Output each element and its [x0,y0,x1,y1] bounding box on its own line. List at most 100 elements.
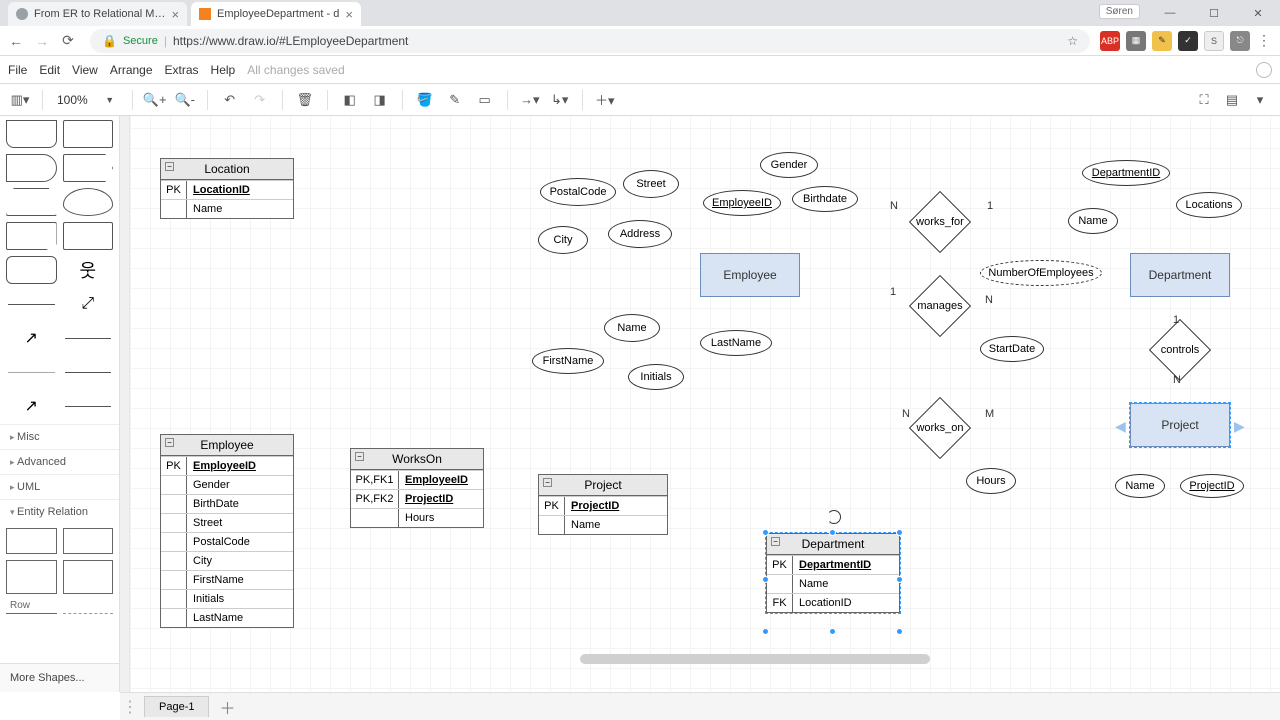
shape-thumb[interactable] [6,222,57,250]
shape-line[interactable] [63,324,114,352]
er-row-shape[interactable] [6,613,57,619]
extension-icon[interactable]: ✓ [1178,31,1198,51]
shape-line[interactable] [63,392,114,420]
shape-curve[interactable] [6,290,57,318]
attr-postalcode[interactable]: PostalCode [540,178,616,206]
attr-street[interactable]: Street [623,170,679,198]
connection-hint-icon[interactable]: ◀ [1115,418,1126,435]
close-icon[interactable]: × [171,7,179,22]
menu-view[interactable]: View [72,63,98,77]
shape-thumb[interactable] [6,256,57,284]
address-field[interactable]: 🔒 Secure | https://www.draw.io/#LEmploye… [90,29,1090,53]
zoom-in-icon[interactable]: 🔍+ [143,88,167,112]
menu-edit[interactable]: Edit [39,63,60,77]
er-shape[interactable] [6,528,57,554]
rel-controls[interactable]: controls [1140,328,1220,372]
entity-project[interactable]: Project [1130,403,1230,447]
reload-icon[interactable]: ⟳ [60,33,76,49]
rel-works-on[interactable]: works_on [900,406,980,450]
resize-handle[interactable] [896,628,903,635]
attr-locations[interactable]: Locations [1176,192,1242,218]
attr-birthdate[interactable]: Birthdate [792,186,858,212]
zoom-dropdown-icon[interactable]: ▼ [98,88,122,112]
er-shape[interactable] [6,560,57,594]
collapse-icon[interactable]: − [165,162,174,171]
extension-icon[interactable]: ⎋ [1230,31,1250,51]
table-employee[interactable]: −Employee PKEmployeeID Gender BirthDate … [160,434,294,628]
browser-tab-active[interactable]: EmployeeDepartment - d × [191,2,361,26]
waypoints-icon[interactable]: ↳▾ [548,88,572,112]
line-color-icon[interactable]: ✎ [443,88,467,112]
sidebar-cat-advanced[interactable]: Advanced [0,449,119,474]
shape-thumb[interactable] [63,120,114,148]
table-project[interactable]: −Project PKProjectID Name [538,474,668,535]
attr-startdate[interactable]: StartDate [980,336,1044,362]
to-front-icon[interactable]: ◧ [338,88,362,112]
resize-handle[interactable] [896,529,903,536]
undo-icon[interactable]: ↶ [218,88,242,112]
attr-departmentid[interactable]: DepartmentID [1082,160,1170,186]
collapse-icon[interactable]: − [543,478,552,487]
browser-tab[interactable]: From ER to Relational M… × [8,2,187,26]
shape-dashed[interactable] [6,358,57,386]
resize-handle[interactable] [829,628,836,635]
minimize-icon[interactable]: — [1148,0,1192,26]
sidebar-cat-uml[interactable]: UML [0,474,119,499]
extension-icon[interactable]: S [1204,31,1224,51]
page-tab[interactable]: Page-1 [144,696,209,717]
attr-address[interactable]: Address [608,220,672,248]
attr-lastname[interactable]: LastName [700,330,772,356]
close-icon[interactable]: × [345,7,353,22]
table-workson[interactable]: −WorksOn PK,FK1EmployeeID PK,FK2ProjectI… [350,448,484,528]
zoom-out-icon[interactable]: 🔍- [173,88,197,112]
fullscreen-icon[interactable]: ⛶ [1192,88,1216,112]
shape-arrow-bi[interactable]: ⤢ [63,290,114,318]
table-location[interactable]: −Location PKLocationID Name [160,158,294,219]
er-shape[interactable] [63,528,114,554]
connection-icon[interactable]: →▾ [518,88,542,112]
collapse-icon[interactable]: − [355,452,364,461]
resize-handle[interactable] [896,576,903,583]
sidebar-cat-er[interactable]: Entity Relation [0,499,119,524]
menu-file[interactable]: File [8,63,27,77]
sidebar-cat-misc[interactable]: Misc [0,424,119,449]
attr-firstname[interactable]: FirstName [532,348,604,374]
shape-actor[interactable]: 웃 [63,256,114,284]
globe-icon[interactable] [1256,62,1272,78]
shadow-icon[interactable]: ▭ [473,88,497,112]
menu-extras[interactable]: Extras [165,63,199,77]
rel-manages[interactable]: manages [900,284,980,328]
shape-thumb[interactable] [6,188,57,216]
resize-handle[interactable] [762,576,769,583]
shape-thumb[interactable] [63,154,114,182]
rel-works-for[interactable]: works_for [900,200,980,244]
extension-icon[interactable]: ✎ [1152,31,1172,51]
forward-icon[interactable]: → [34,33,50,49]
table-department[interactable]: −Department PKDepartmentID Name FKLocati… [766,533,900,613]
attr-name-proj[interactable]: Name [1115,474,1165,498]
menu-icon[interactable]: ⋮ [1256,33,1272,49]
close-window-icon[interactable]: ✕ [1236,0,1280,26]
shape-arrow[interactable]: ↗ [6,324,57,352]
er-shape[interactable] [63,560,114,594]
shape-thumb[interactable] [6,120,57,148]
view-mode-button[interactable]: ▥▾ [8,88,32,112]
shape-thumb[interactable] [6,154,57,182]
page-menu-icon[interactable]: ⋮ [120,697,140,717]
resize-handle[interactable] [762,529,769,536]
to-back-icon[interactable]: ◨ [368,88,392,112]
canvas[interactable]: PostalCode Street City Address EmployeeI… [130,116,1280,692]
format-panel-icon[interactable]: ▤ [1220,88,1244,112]
fill-color-icon[interactable]: 🪣 [413,88,437,112]
menu-help[interactable]: Help [211,63,236,77]
insert-icon[interactable]: ＋▾ [593,88,617,112]
bookmark-star-icon[interactable]: ☆ [1067,34,1078,48]
shape-thumb[interactable] [63,188,114,216]
resize-handle[interactable] [829,529,836,536]
user-chip[interactable]: Søren [1099,4,1140,19]
menu-arrange[interactable]: Arrange [110,63,153,77]
extension-icon[interactable]: ABP [1100,31,1120,51]
horizontal-scrollbar[interactable] [580,654,930,664]
attr-name-dept[interactable]: Name [1068,208,1118,234]
collapse-icon[interactable]: − [165,438,174,447]
